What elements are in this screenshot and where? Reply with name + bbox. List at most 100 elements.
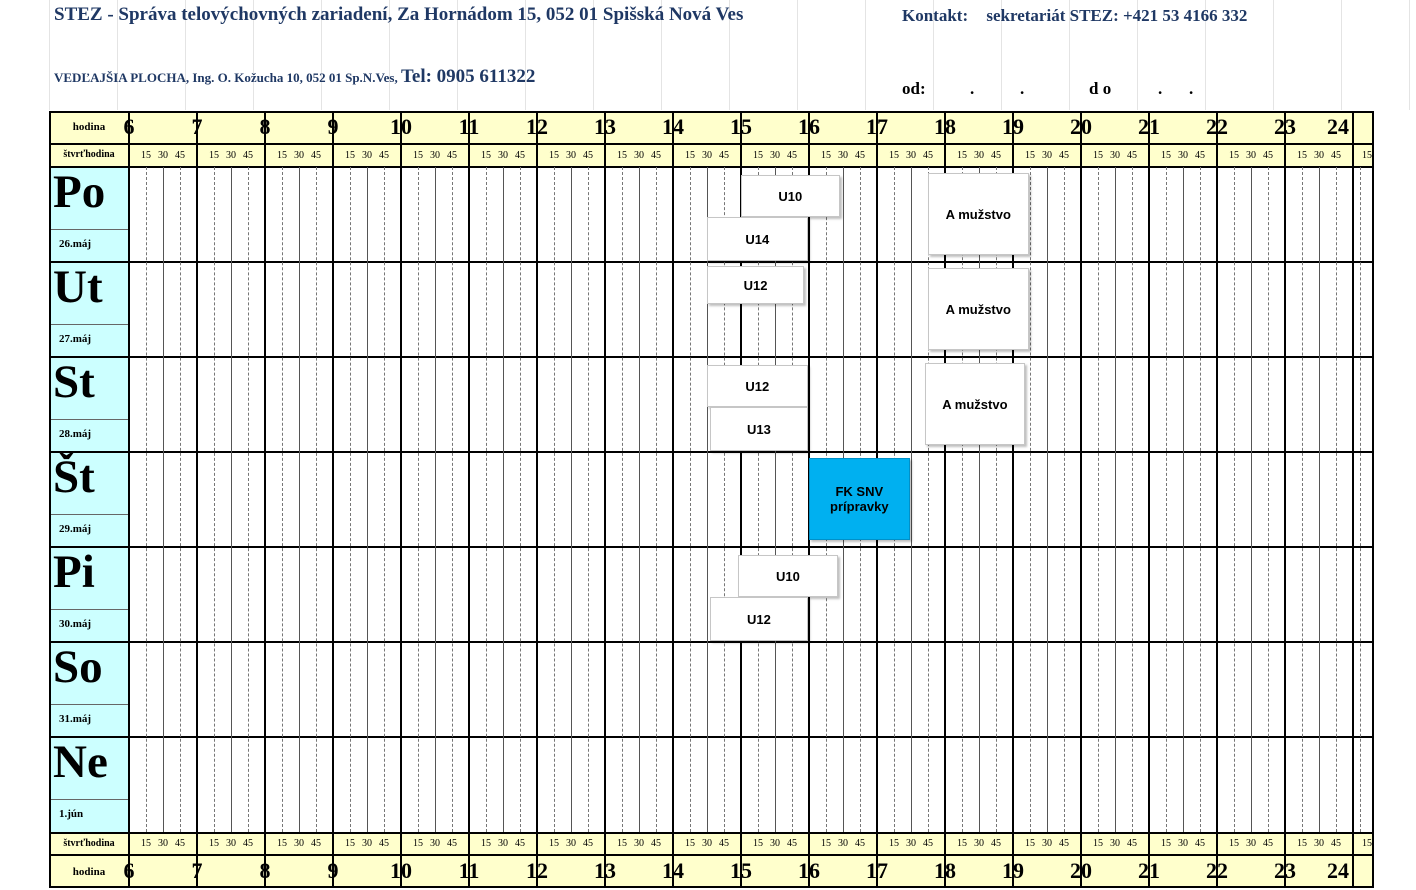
- quarter-tick-top: 45: [787, 150, 797, 161]
- quarter-line: [571, 167, 572, 832]
- quarter-line: [1251, 167, 1252, 832]
- reservation-block: U12: [710, 597, 808, 641]
- quarter-tick-bottom: 45: [923, 838, 933, 849]
- quarter-tick-bottom: 45: [991, 838, 1001, 849]
- row-separator: [49, 143, 1374, 145]
- sheet-gridline: [865, 0, 866, 110]
- hour-line: [468, 111, 470, 888]
- quarter-tick-top: 45: [583, 150, 593, 161]
- hour-line: [604, 111, 606, 888]
- day-date: 27.máj: [59, 333, 92, 345]
- quarter-tick-bottom: 45: [447, 838, 457, 849]
- day-date: 29.máj: [59, 523, 92, 535]
- quarter-line: [418, 167, 419, 832]
- hour-line: [1352, 111, 1354, 888]
- quarter-line: [503, 167, 504, 832]
- day-date-divider: [49, 324, 129, 325]
- hour-line: [1148, 111, 1150, 888]
- row-separator: [49, 854, 1374, 856]
- quarter-tick-top: 45: [175, 150, 185, 161]
- day-name: So: [53, 641, 103, 693]
- hour-line: [128, 111, 130, 888]
- reservation-block: A mužstvo: [928, 173, 1029, 255]
- quarter-line: [248, 167, 249, 832]
- quarter-tick-bottom: 45: [379, 838, 389, 849]
- grid-border-bottom: [49, 886, 1374, 888]
- day-date-divider: [49, 799, 129, 800]
- grid-border-right: [1372, 111, 1374, 888]
- quarter-tick-bottom: 45: [1195, 838, 1205, 849]
- quarter-tick-top: 45: [515, 150, 525, 161]
- venue-phone: Tel: 0905 611322: [400, 66, 536, 87]
- reservation-block: U12: [707, 365, 808, 407]
- quarter-line: [1302, 167, 1303, 832]
- reservation-label: FK SNV prípravky: [830, 484, 889, 514]
- sheet-gridline: [1341, 0, 1342, 110]
- quarter-tick-bottom: 45: [719, 838, 729, 849]
- grid-border-top: [49, 111, 1374, 113]
- quarter-tick-top: 45: [719, 150, 729, 161]
- quarter-line: [1319, 167, 1320, 832]
- quarter-line: [996, 167, 997, 832]
- quarter-tick-bottom: 45: [243, 838, 253, 849]
- reservation-label: U12: [743, 277, 768, 293]
- quarter-line: [1098, 167, 1099, 832]
- reservation-block: U13: [710, 407, 808, 451]
- quarter-tick-top: 45: [1059, 150, 1069, 161]
- quarter-line: [384, 167, 385, 832]
- quarter-line: [350, 167, 351, 832]
- day-name: Pi: [53, 546, 95, 598]
- quarter-tick-bottom: 45: [515, 838, 525, 849]
- day-label-cell: Ut 27.máj: [49, 262, 129, 357]
- day-date-divider: [49, 514, 129, 515]
- day-name: St: [53, 356, 95, 408]
- quarter-line: [214, 167, 215, 832]
- quarter-line: [1132, 167, 1133, 832]
- day-date: 26.máj: [59, 238, 92, 250]
- day-date-divider: [49, 229, 129, 230]
- quarter-tick-bottom: 45: [1263, 838, 1273, 849]
- quarter-line: [1030, 167, 1031, 832]
- quarter-line: [180, 167, 181, 832]
- quarter-line: [367, 167, 368, 832]
- quarter-label-top: štvrťhodina: [63, 149, 115, 160]
- reservation-block: U10: [741, 175, 840, 217]
- reservation-block: U14: [707, 217, 808, 261]
- quarter-line: [622, 167, 623, 832]
- quarter-line: [1115, 167, 1116, 832]
- quarter-tick-top: 45: [923, 150, 933, 161]
- quarter-line: [1183, 167, 1184, 832]
- day-date-divider: [49, 419, 129, 420]
- quarter-tick-top: 45: [991, 150, 1001, 161]
- date-range: od: . . d o . .: [902, 79, 1193, 99]
- quarter-line: [452, 167, 453, 832]
- do-dot-1: .: [1158, 79, 1163, 98]
- reservation-block: FK SNV prípravky: [809, 458, 910, 540]
- quarter-tick-bottom: 45: [651, 838, 661, 849]
- quarter-line: [1064, 167, 1065, 832]
- reservation-label: U14: [745, 231, 770, 247]
- sheet-gridline: [1273, 0, 1274, 110]
- quarter-line: [316, 167, 317, 832]
- reservation-label: U10: [778, 188, 803, 204]
- quarter-tick-bottom: 45: [175, 838, 185, 849]
- hour-line: [196, 111, 198, 888]
- quarter-line: [1166, 167, 1167, 832]
- quarter-tick-bottom: 45: [855, 838, 865, 849]
- day-date: 31.máj: [59, 713, 92, 725]
- quarter-tick-top: 45: [1331, 150, 1341, 161]
- quarter-line: [163, 167, 164, 832]
- facility-title: STEZ - Správa telovýchovných zariadení, …: [54, 4, 744, 25]
- contact-label: Kontakt:: [902, 6, 969, 25]
- contact-info: Kontakt: sekretariát STEZ: +421 53 4166 …: [902, 6, 1247, 26]
- hour-line: [672, 111, 674, 888]
- quarter-tick-top: 45: [379, 150, 389, 161]
- reservation-label: U13: [747, 421, 771, 437]
- quarter-line: [1200, 167, 1201, 832]
- hour-line: [264, 111, 266, 888]
- quarter-line: [231, 167, 232, 832]
- schedule-grid: hodina štvrťhodina štvrťhodina hodina Po…: [49, 111, 1374, 888]
- do-dot-2: .: [1189, 79, 1194, 98]
- do-label: d o: [1089, 79, 1112, 98]
- contact-value: sekretariát STEZ: +421 53 4166 332: [986, 6, 1248, 25]
